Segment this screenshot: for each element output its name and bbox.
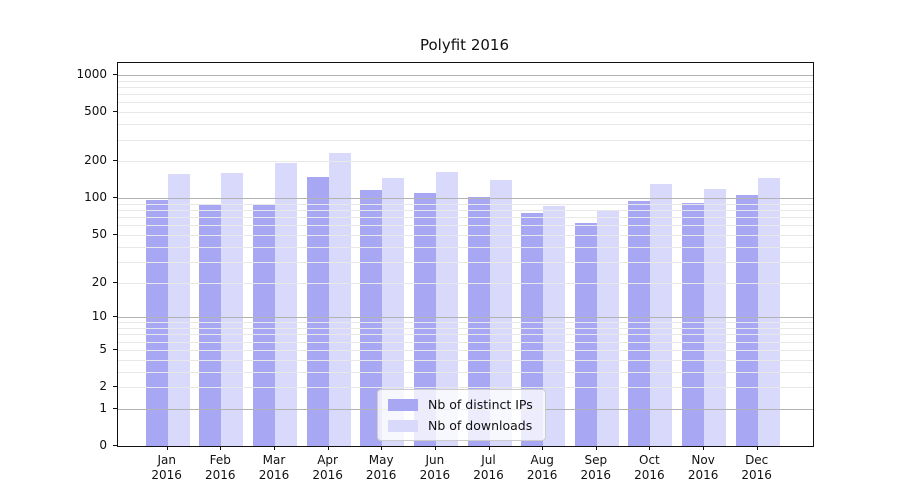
xtick-label-jan: Jan 2016 (151, 453, 182, 482)
bar-downloads-apr (328, 153, 351, 446)
xtick-mark-dec (756, 446, 758, 450)
bar-downloads-jan (167, 174, 190, 446)
ytick-mark-2 (113, 386, 117, 387)
xtick-mark-mar (274, 446, 275, 450)
plot-area: Nb of distinct IPs Nb of downloads (117, 62, 814, 447)
legend-label-distinct-ips: Nb of distinct IPs (428, 397, 533, 412)
chart-title: Polyfit 2016 (419, 36, 509, 54)
legend: Nb of distinct IPs Nb of downloads (377, 389, 546, 441)
xtick-label-jul: Jul 2016 (473, 453, 504, 482)
xtick-label-nov: Nov 2016 (687, 453, 719, 482)
xtick-label-dec: Dec 2016 (741, 453, 772, 482)
legend-item-downloads: Nb of downloads (388, 418, 533, 433)
bar-ips-dec (735, 194, 758, 446)
bar-downloads-nov (704, 189, 727, 446)
xtick-mark-jun (434, 446, 436, 450)
ytick-label-0: 0 (99, 438, 107, 452)
bar-downloads-dec (757, 177, 780, 446)
ytick-mark-1 (113, 407, 117, 409)
ytick-label-10: 10 (91, 309, 107, 324)
xtick-mark-may (381, 446, 383, 450)
ytick-label-5: 5 (99, 341, 107, 356)
bar-downloads-mar (274, 163, 297, 446)
xtick-mark-sep (595, 446, 597, 450)
bar-downloads-oct (650, 184, 673, 446)
xtick-mark-jan (166, 446, 168, 450)
xtick-label-may: May 2016 (365, 453, 397, 482)
chart-figure: Polyfit 2016 Nb of distinct IPs Nb of do… (0, 0, 900, 500)
ytick-label-100: 100 (84, 190, 107, 205)
ytick-mark-5 (113, 348, 117, 350)
legend-swatch-downloads (388, 419, 418, 432)
bar-ips-oct (628, 200, 651, 446)
xtick-label-feb: Feb 2016 (205, 453, 236, 482)
ytick-label-1000: 1000 (76, 67, 107, 81)
xtick-label-apr: Apr 2016 (312, 453, 343, 482)
ytick-mark-10 (113, 316, 117, 318)
ytick-mark-50 (113, 233, 117, 235)
ytick-mark-100 (113, 197, 117, 199)
ytick-mark-500 (113, 111, 117, 113)
bar-ips-sep (574, 222, 597, 446)
xtick-mark-feb (220, 446, 222, 450)
legend-label-downloads: Nb of downloads (428, 418, 533, 433)
bar-downloads-sep (596, 211, 619, 446)
xtick-mark-jul (488, 446, 490, 450)
xtick-mark-apr (327, 446, 329, 450)
ytick-label-1: 1 (99, 400, 107, 415)
ytick-mark-1000 (113, 74, 117, 75)
xtick-mark-aug (542, 446, 544, 450)
ytick-label-2: 2 (99, 379, 107, 393)
bar-ips-apr (306, 176, 329, 446)
ytick-mark-200 (113, 160, 117, 162)
xtick-label-sep: Sep 2016 (580, 453, 612, 482)
ytick-mark-20 (113, 281, 117, 283)
ytick-label-500: 500 (84, 104, 107, 119)
bar-ips-feb (199, 204, 222, 446)
ytick-label-200: 200 (84, 153, 107, 168)
xtick-label-mar: Mar 2016 (258, 453, 290, 482)
bar-downloads-feb (221, 172, 244, 446)
legend-item-distinct-ips: Nb of distinct IPs (388, 397, 533, 412)
bar-ips-nov (682, 202, 705, 446)
ytick-label-20: 20 (91, 274, 107, 289)
xtick-mark-oct (649, 446, 651, 450)
ytick-mark-0 (113, 445, 117, 446)
xtick-mark-nov (703, 446, 705, 450)
bar-ips-mar (252, 204, 275, 446)
xtick-label-oct: Oct 2016 (634, 453, 665, 482)
bar-downloads-aug (543, 205, 566, 446)
ytick-label-50: 50 (91, 226, 107, 241)
xtick-label-aug: Aug 2016 (526, 453, 558, 482)
legend-swatch-distinct-ips (388, 398, 418, 411)
bar-ips-jan (145, 199, 168, 446)
xtick-label-jun: Jun 2016 (419, 453, 451, 482)
